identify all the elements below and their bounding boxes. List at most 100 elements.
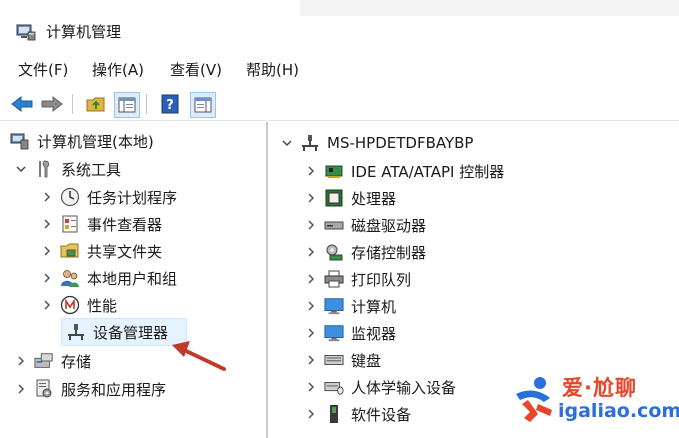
up-folder-icon[interactable] — [84, 92, 108, 116]
chevron-right-icon[interactable] — [14, 354, 28, 368]
action-pane-icon[interactable] — [190, 92, 216, 118]
chevron-right-icon[interactable] — [40, 271, 54, 285]
svg-text:?: ? — [166, 98, 174, 113]
chevron-right-icon[interactable] — [304, 353, 318, 367]
chevron-right-icon[interactable] — [304, 245, 318, 259]
tree-root-computer-management[interactable]: 计算机管理(本地) — [10, 128, 154, 154]
monitor-icon — [324, 323, 344, 343]
tree-item-event-viewer[interactable]: 事件查看器 — [40, 211, 162, 237]
tree-label: 计算机 — [351, 297, 397, 316]
storage-icon — [34, 351, 54, 371]
device-category-computer[interactable]: 计算机 — [304, 293, 396, 319]
clock-icon — [60, 187, 80, 207]
menu-view[interactable]: 查看(V) — [170, 60, 222, 80]
tree-item-system-tools[interactable]: 系统工具 — [14, 156, 121, 182]
ide-controller-icon — [324, 161, 344, 181]
chevron-right-icon[interactable] — [304, 299, 318, 313]
tree-item-services-applications[interactable]: 服务和应用程序 — [14, 376, 166, 402]
chevron-right-icon[interactable] — [304, 326, 318, 340]
tree-label: 本地用户和组 — [87, 269, 178, 288]
chevron-right-icon[interactable] — [304, 407, 318, 421]
tree-item-local-users-groups[interactable]: 本地用户和组 — [40, 265, 177, 291]
event-viewer-icon — [60, 214, 80, 234]
tools-icon — [34, 159, 54, 179]
hid-icon — [324, 377, 344, 397]
tree-label: 处理器 — [351, 189, 397, 208]
tree-label: 打印队列 — [351, 270, 412, 289]
disk-drive-icon — [324, 215, 344, 235]
menu-file[interactable]: 文件(F) — [18, 60, 68, 80]
chevron-right-icon[interactable] — [40, 190, 54, 204]
users-icon — [60, 268, 80, 288]
performance-icon — [60, 295, 80, 315]
chevron-right-icon[interactable] — [40, 244, 54, 258]
tree-label: 计算机管理(本地) — [37, 132, 154, 151]
computer-management-icon — [10, 131, 30, 151]
device-category-print-queues[interactable]: 打印队列 — [304, 266, 411, 292]
software-device-icon — [324, 404, 344, 424]
monitor-icon — [324, 296, 344, 316]
device-category-monitors[interactable]: 监视器 — [304, 320, 396, 346]
device-category-software-devices[interactable]: 软件设备 — [304, 401, 411, 427]
tree-item-performance[interactable]: 性能 — [40, 292, 117, 318]
watermark-cn: 爱·尬聊 — [562, 376, 637, 400]
annotation-arrow — [172, 341, 226, 371]
chevron-right-icon[interactable] — [40, 298, 54, 312]
tree-label: 磁盘驱动器 — [351, 216, 427, 235]
chevron-down-icon[interactable] — [280, 136, 294, 150]
menu-help[interactable]: 帮助(H) — [246, 60, 299, 80]
device-category-hid[interactable]: 人体学输入设备 — [304, 374, 456, 400]
toolbar: ? — [0, 88, 679, 121]
tree-label: 键盘 — [351, 351, 382, 370]
forward-arrow-icon[interactable] — [40, 92, 64, 116]
device-category-keyboards[interactable]: 键盘 — [304, 347, 381, 373]
cpu-icon — [324, 188, 344, 208]
show-hide-tree-icon[interactable] — [114, 92, 140, 118]
tree-label: 存储控制器 — [351, 243, 427, 262]
help-icon[interactable]: ? — [158, 92, 182, 116]
chevron-right-icon[interactable] — [304, 272, 318, 286]
device-category-storage-controllers[interactable]: 存储控制器 — [304, 239, 426, 265]
tree-label: 存储 — [61, 352, 92, 371]
chevron-right-icon[interactable] — [14, 382, 28, 396]
computer-management-icon — [16, 22, 36, 42]
back-arrow-icon[interactable] — [10, 92, 34, 116]
computer-icon — [300, 133, 320, 153]
chevron-right-icon[interactable] — [40, 217, 54, 231]
watermark-figure-icon — [516, 377, 552, 422]
tree-item-shared-folders[interactable]: 共享文件夹 — [40, 238, 162, 264]
toolbar-separator — [72, 94, 73, 114]
device-category-ide[interactable]: IDE ATA/ATAPI 控制器 — [304, 158, 504, 184]
menu-bar: 文件(F) 操作(A) 查看(V) 帮助(H) — [0, 56, 679, 84]
tree-label: 服务和应用程序 — [61, 380, 167, 399]
toolbar-separator — [146, 94, 147, 114]
tree-label: 事件查看器 — [87, 215, 163, 234]
tree-label: 软件设备 — [351, 405, 412, 424]
device-category-disk-drives[interactable]: 磁盘驱动器 — [304, 212, 426, 238]
window-title: 计算机管理 — [46, 23, 122, 41]
tree-label: 设备管理器 — [93, 323, 169, 342]
tree-item-storage[interactable]: 存储 — [14, 348, 91, 374]
device-root-computer[interactable]: MS-HPDETDFBAYBP — [280, 130, 473, 156]
tree-item-task-scheduler[interactable]: 任务计划程序 — [40, 184, 177, 210]
tree-label: IDE ATA/ATAPI 控制器 — [351, 162, 505, 181]
tree-label: MS-HPDETDFBAYBP — [327, 134, 474, 152]
navigation-tree-pane: 计算机管理(本地) 系统工具 任务计划程序 事件查看器 共享文件夹 本地用户和组… — [0, 122, 268, 438]
storage-controller-icon — [324, 242, 344, 262]
chevron-right-icon[interactable] — [304, 191, 318, 205]
tree-label: 任务计划程序 — [87, 188, 178, 207]
device-manager-icon — [66, 322, 86, 342]
chevron-down-icon[interactable] — [14, 162, 28, 176]
menu-action[interactable]: 操作(A) — [92, 60, 144, 80]
chevron-right-icon[interactable] — [304, 218, 318, 232]
chevron-right-icon[interactable] — [304, 164, 318, 178]
tree-label: 人体学输入设备 — [351, 378, 457, 397]
tree-label: 共享文件夹 — [87, 242, 163, 261]
title-bar-strip — [300, 0, 679, 16]
shared-folder-icon — [60, 241, 80, 261]
printer-icon — [324, 269, 344, 289]
chevron-right-icon[interactable] — [304, 380, 318, 394]
tree-label: 性能 — [87, 296, 118, 315]
device-category-processor[interactable]: 处理器 — [304, 185, 396, 211]
tree-label: 系统工具 — [61, 160, 122, 179]
